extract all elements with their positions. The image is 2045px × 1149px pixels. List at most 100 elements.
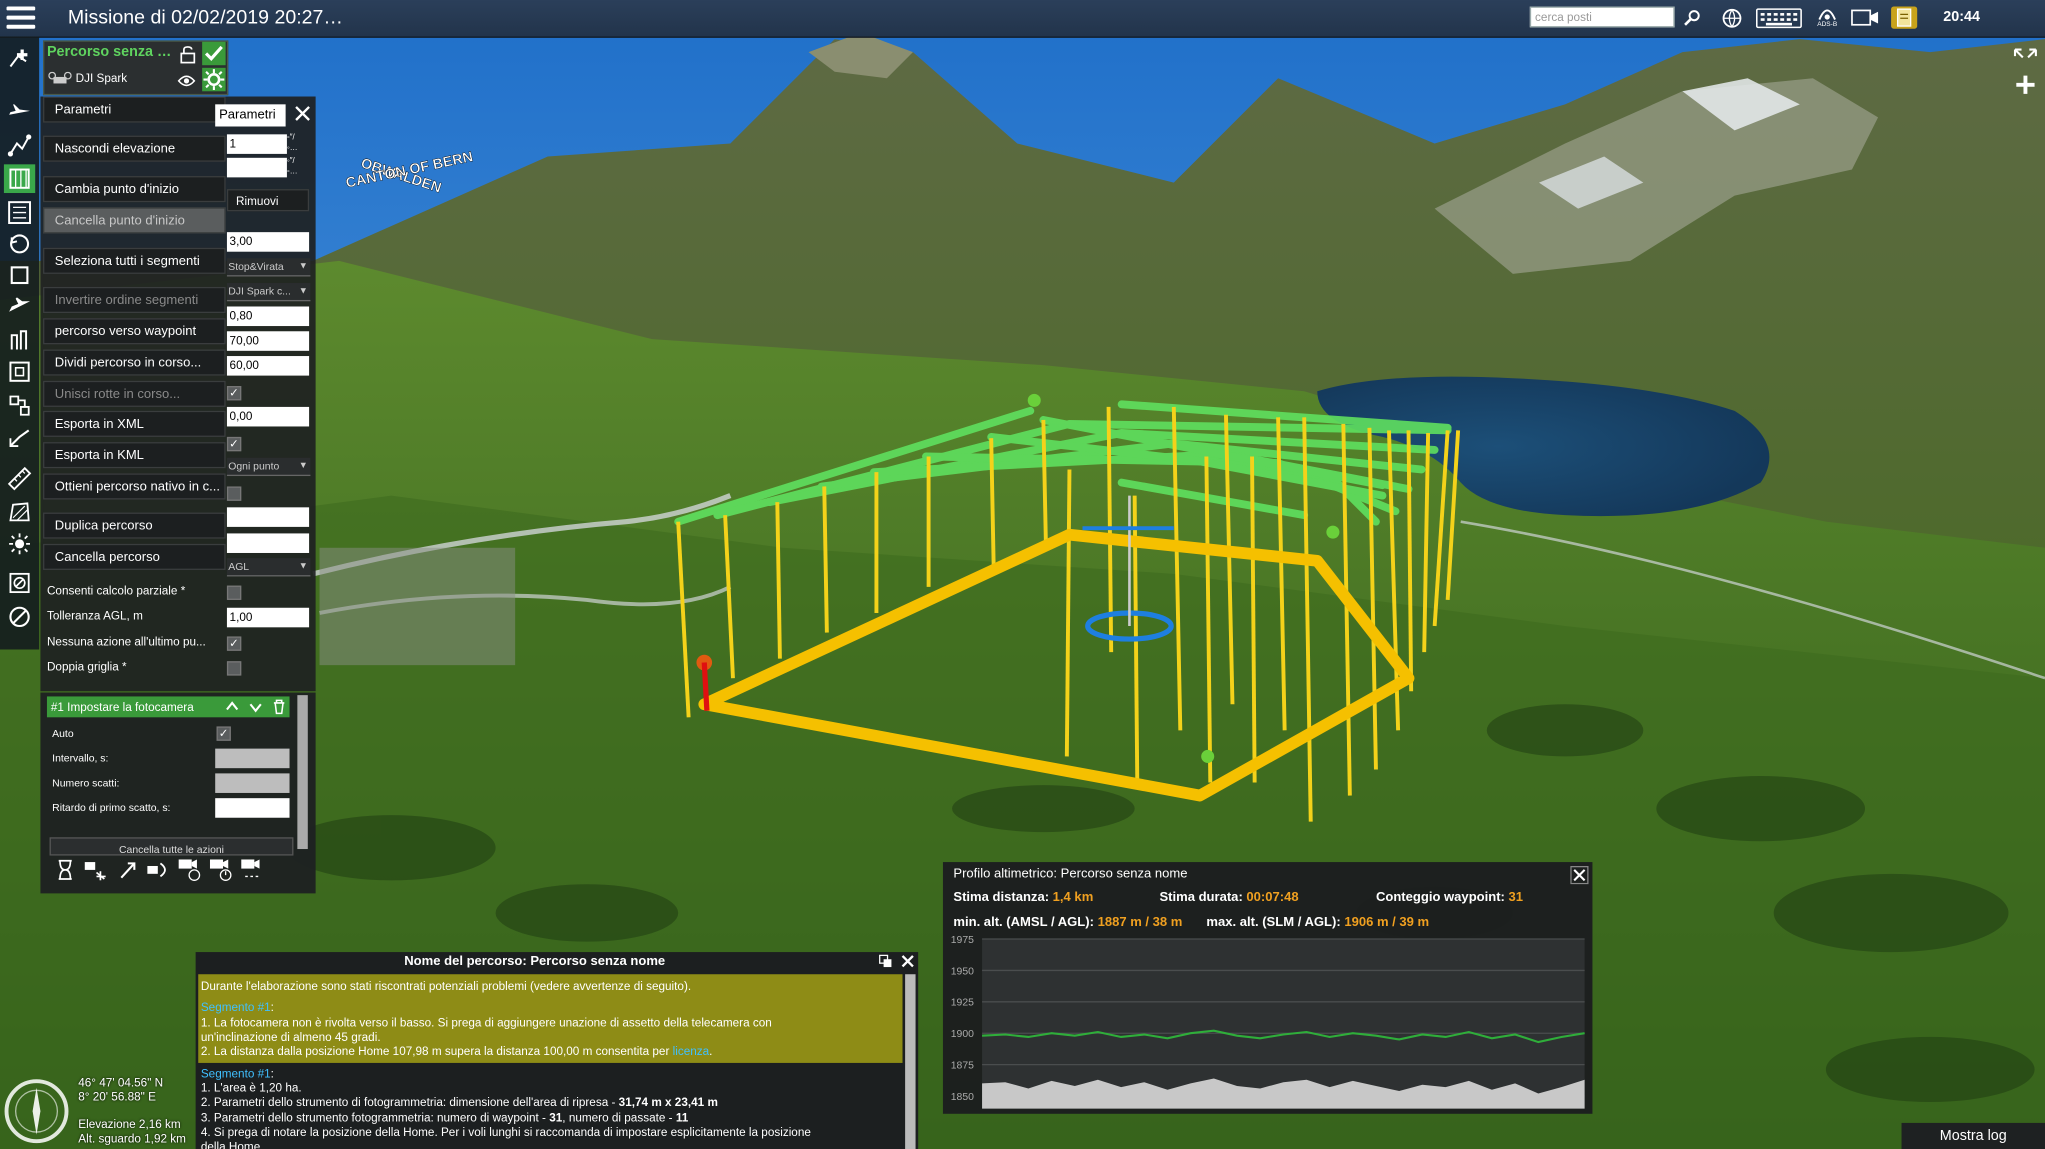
search-icon[interactable] <box>1682 7 1700 29</box>
param-checkbox-2[interactable]: ✓ <box>226 436 242 452</box>
menu-item[interactable]: Unisci rotte in corso... <box>43 380 226 407</box>
ruler-icon[interactable] <box>4 464 35 493</box>
param-checkbox-1[interactable]: ✓ <box>226 386 242 401</box>
video-start-icon[interactable] <box>175 856 206 885</box>
tab-parametri[interactable]: Parametri <box>215 104 286 127</box>
param-field-6[interactable]: 60,00 <box>226 356 310 376</box>
plane-icon[interactable] <box>4 99 35 128</box>
eye-icon[interactable] <box>177 74 196 87</box>
adsb-icon[interactable]: ADS-B <box>1814 7 1840 29</box>
menu-item[interactable]: Seleziona tutti i segmenti <box>43 247 226 274</box>
delete-all-actions-button[interactable]: Cancella tutte le azioni <box>49 837 294 856</box>
hamburger-menu-icon[interactable] <box>6 6 36 30</box>
yaw-rotate-icon[interactable] <box>143 856 174 885</box>
notes-icon[interactable] <box>1891 6 1918 29</box>
segment-1-info-4: 4. Si prega di notare la posizione della… <box>200 1125 811 1139</box>
route-confirm-button[interactable] <box>202 41 226 66</box>
warnings-scrollbar[interactable] <box>905 974 916 1149</box>
distance-stat: Stima distanza: 1,4 km <box>953 890 1094 906</box>
circle-route-icon[interactable] <box>4 230 35 259</box>
auto-checkbox[interactable]: ✓ <box>216 726 231 741</box>
show-log-button[interactable]: Mostra log <box>1901 1122 2045 1149</box>
chart-y-tick-label: 1925 <box>951 998 974 1009</box>
route-settings-button[interactable] <box>202 67 226 92</box>
facade-icon[interactable] <box>4 326 35 355</box>
partial-calc-checkbox[interactable] <box>226 585 242 600</box>
altitude-mode-select[interactable]: AGL <box>226 558 311 577</box>
param-field-4[interactable]: 0,80 <box>226 306 310 327</box>
interval-field[interactable] <box>215 748 290 769</box>
profile-close-icon[interactable] <box>1570 865 1589 885</box>
menu-item[interactable]: Esporta in KML <box>43 442 226 469</box>
altitude-profile-chart[interactable]: 1850 1875 1900 1925 1950 1975 <box>948 931 1588 1110</box>
prohibited-icon[interactable] <box>4 603 35 632</box>
param-field-2[interactable] <box>226 157 287 178</box>
menu-item[interactable]: Nascondi elevazione <box>43 135 226 162</box>
menu-item[interactable]: Cancella percorso <box>43 543 226 570</box>
move-up-icon[interactable] <box>224 699 240 715</box>
agl-tolerance-field[interactable]: 1,00 <box>226 607 310 628</box>
search-input[interactable]: cerca posti <box>1529 6 1675 28</box>
first-shot-delay-field[interactable] <box>215 798 290 818</box>
license-link[interactable]: licenza <box>673 1045 710 1058</box>
action-select[interactable]: Ogni punto <box>226 457 311 477</box>
shots-field[interactable] <box>215 773 290 793</box>
path-icon[interactable] <box>4 130 35 159</box>
move-route-icon[interactable] <box>4 391 35 420</box>
menu-item[interactable]: Cancella punto d'inizio <box>43 207 226 234</box>
polygon-area-icon[interactable] <box>4 498 35 527</box>
move-down-icon[interactable] <box>248 699 264 715</box>
unlock-icon[interactable] <box>180 46 196 64</box>
menu-item[interactable]: Dividi percorso in corso... <box>43 349 226 376</box>
photo-interval-icon[interactable] <box>237 856 268 885</box>
turn-mode-select[interactable]: Stop&Virata <box>226 258 311 277</box>
menu-item[interactable]: Invertire ordine segmenti <box>43 286 226 314</box>
poi-camera-icon[interactable] <box>81 856 112 885</box>
param-field-9[interactable] <box>226 533 310 553</box>
corridor-icon[interactable] <box>4 423 35 452</box>
no-fly-zone-icon[interactable] <box>4 569 35 598</box>
trash-icon[interactable] <box>271 699 287 715</box>
close-icon[interactable] <box>293 104 311 122</box>
param-field-7[interactable]: 0,00 <box>226 406 310 427</box>
takeoff-icon[interactable] <box>4 292 35 321</box>
remove-button[interactable]: Rimuovi <box>226 189 310 212</box>
param-field-5[interactable]: 70,00 <box>226 331 310 351</box>
param-field-1-unit: ◦″/◦… <box>286 134 298 153</box>
menu-item[interactable]: Esporta in XML <box>43 410 226 437</box>
route-add-icon[interactable] <box>4 44 35 73</box>
first-shot-delay-label: Ritardo di primo scatto, s: <box>52 802 171 814</box>
video-stop-icon[interactable] <box>206 856 237 885</box>
area-grid-icon[interactable] <box>3 164 36 194</box>
frame-icon[interactable] <box>4 357 35 386</box>
warnings-close-icon[interactable] <box>900 953 916 969</box>
param-field-8[interactable] <box>226 507 310 527</box>
double-grid-checkbox[interactable] <box>226 661 242 676</box>
actions-scrollbar[interactable] <box>297 695 308 850</box>
keyboard-icon[interactable] <box>1755 7 1802 29</box>
view-altitude-readout: Alt. sguardo 1,92 km <box>78 1132 186 1146</box>
camera-select[interactable]: DJI Spark c... <box>226 283 311 302</box>
square-route-icon[interactable] <box>4 261 35 290</box>
menu-item[interactable]: Cambia punto d'inizio <box>43 176 226 203</box>
no-action-checkbox[interactable]: ✓ <box>226 636 242 651</box>
sun-icon[interactable] <box>4 530 35 559</box>
copy-icon[interactable] <box>879 954 892 968</box>
globe-icon[interactable] <box>1722 7 1743 29</box>
camera-view-icon[interactable] <box>1851 7 1880 29</box>
gimbal-tilt-icon[interactable] <box>112 856 143 885</box>
hourglass-icon[interactable] <box>50 856 81 885</box>
area-scan-icon[interactable] <box>4 198 35 227</box>
gear-icon <box>203 69 225 90</box>
add-icon[interactable] <box>2014 73 2037 96</box>
menu-item[interactable]: percorso verso waypoint <box>43 318 226 345</box>
param-field-1[interactable]: 1 <box>226 134 287 154</box>
compass-icon[interactable] <box>3 1077 71 1145</box>
expand-icon[interactable] <box>2012 47 2038 73</box>
menu-item[interactable]: Ottieni percorso nativo in c... <box>43 473 226 500</box>
route-header[interactable]: Percorso senza … DJI Spark <box>43 40 229 96</box>
param-checkbox-3[interactable] <box>226 486 242 501</box>
menu-item[interactable]: Duplica percorso <box>43 512 226 539</box>
menu-item[interactable]: Parametri <box>43 96 226 123</box>
param-field-3[interactable]: 3,00 <box>226 232 310 252</box>
